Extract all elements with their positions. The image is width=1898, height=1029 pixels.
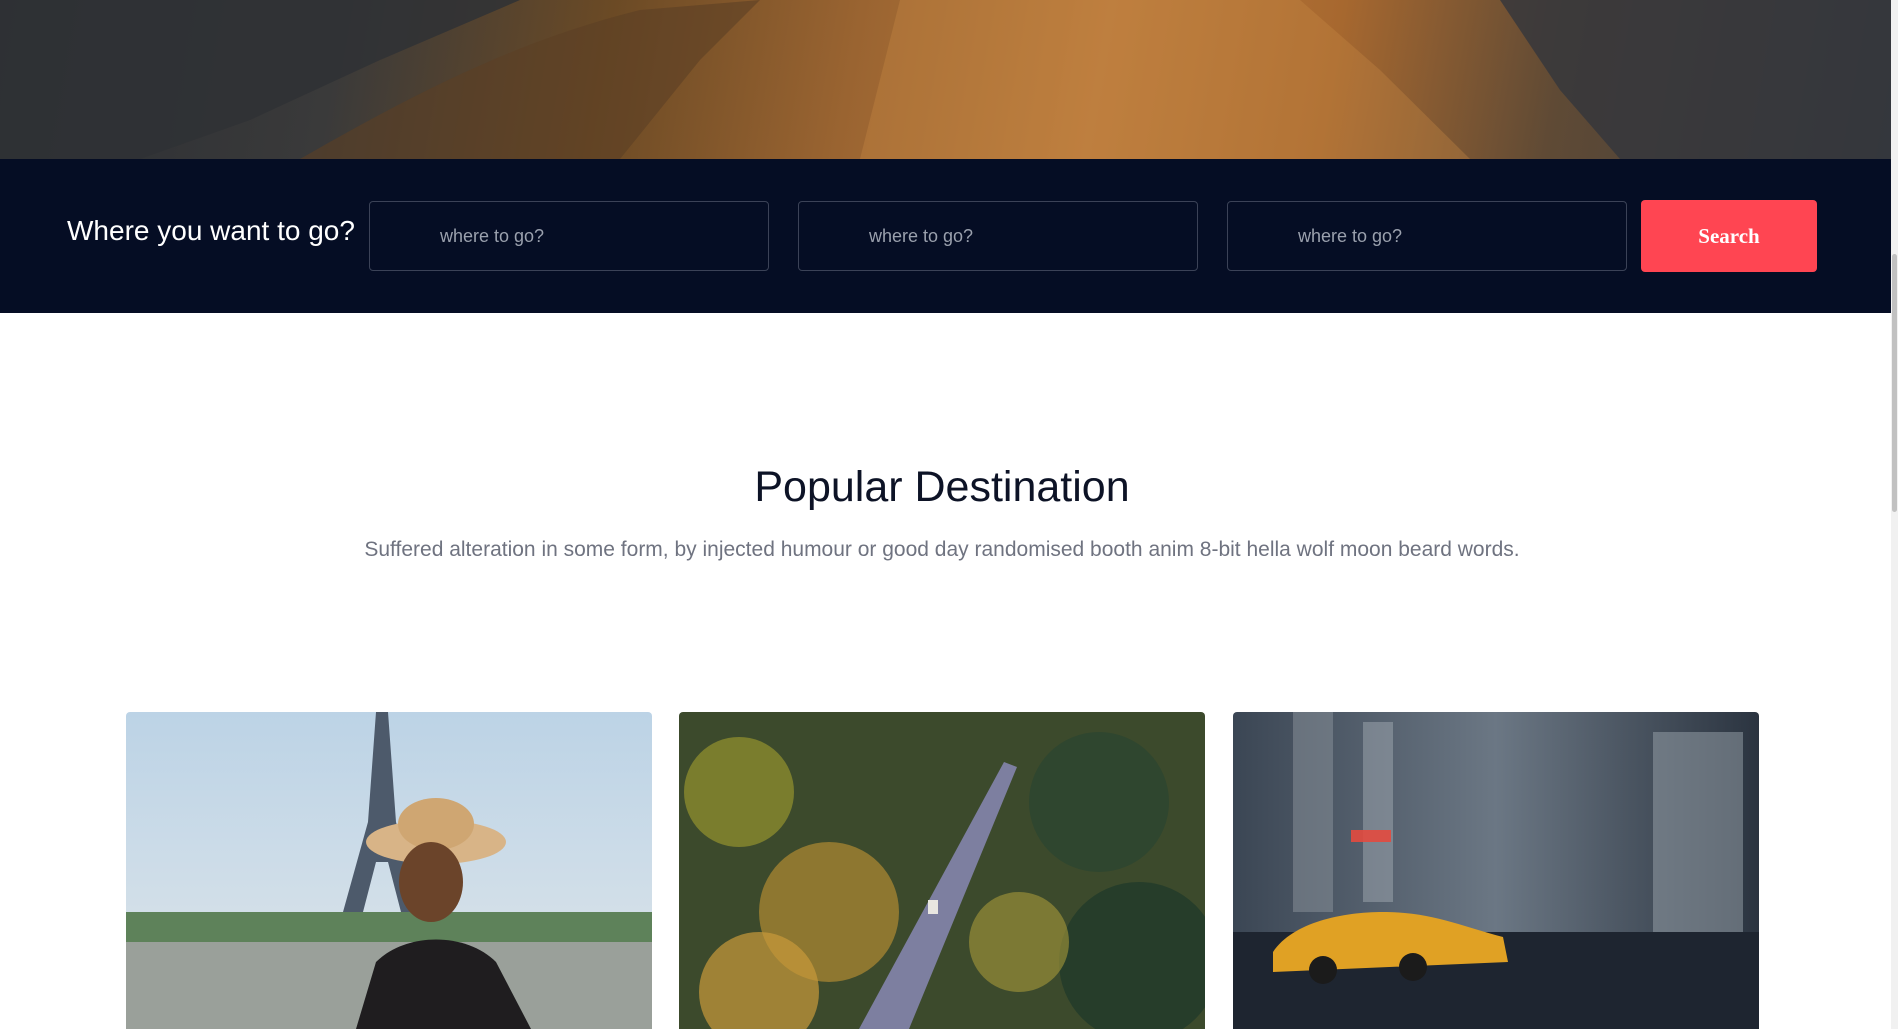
- search-button[interactable]: Search: [1641, 200, 1817, 272]
- search-section: Where you want to go? Search: [0, 159, 1891, 313]
- destination-card-paris[interactable]: [126, 712, 652, 1029]
- destination-input-3[interactable]: [1227, 201, 1627, 271]
- paris-eiffel-tower-photo: [126, 712, 652, 1029]
- scrollbar-thumb[interactable]: [1892, 254, 1897, 512]
- section-title: Popular Destination: [754, 463, 1130, 511]
- search-title: Where you want to go?: [67, 215, 355, 246]
- hero-banner-image: [0, 0, 1891, 159]
- forest-road-aerial-photo: [679, 712, 1205, 1029]
- destination-card-city[interactable]: [1233, 712, 1759, 1029]
- destination-card-forest[interactable]: [679, 712, 1205, 1029]
- city-taxi-photo: [1233, 712, 1759, 1029]
- destination-input-2[interactable]: [798, 201, 1198, 271]
- page-scrollbar[interactable]: [1891, 0, 1898, 1029]
- section-subtitle: Suffered alteration in some form, by inj…: [364, 538, 1520, 561]
- destination-input-1[interactable]: [369, 201, 769, 271]
